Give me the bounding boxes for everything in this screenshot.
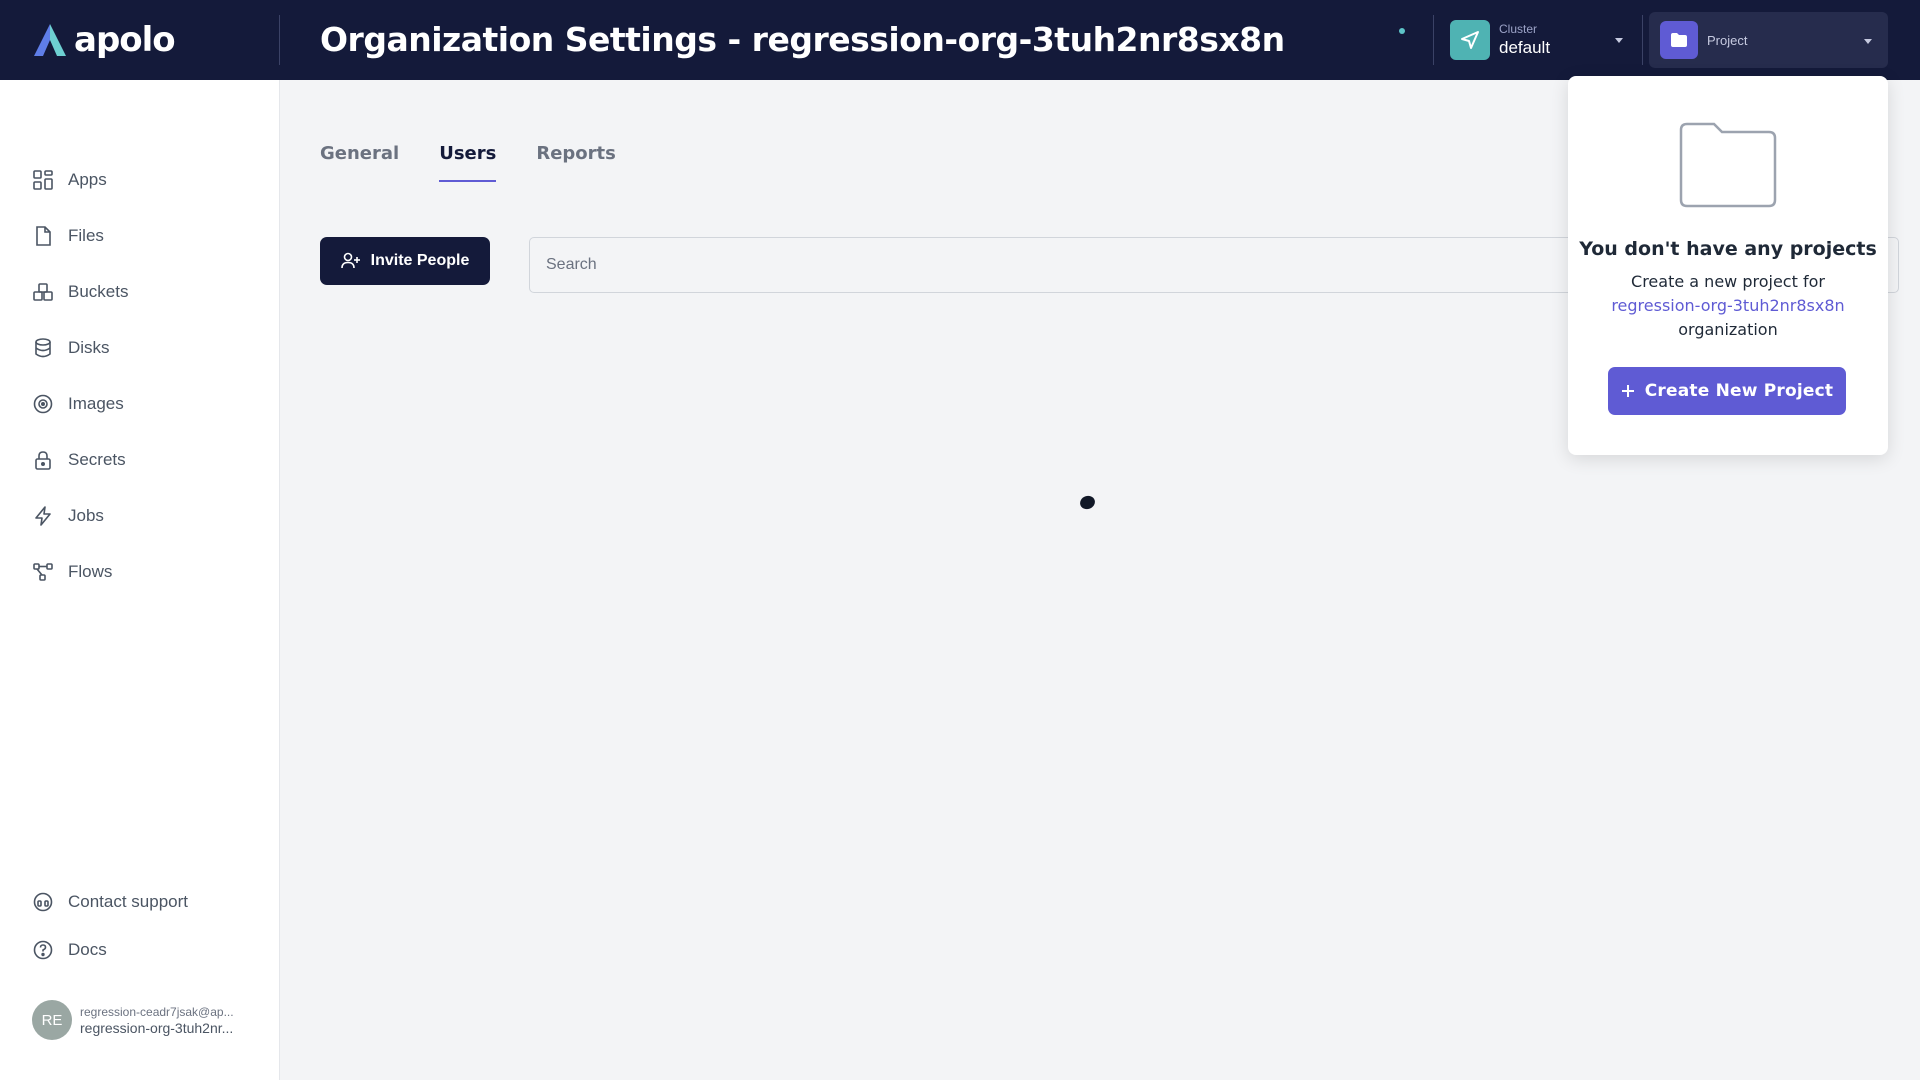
headset-icon: [33, 892, 53, 912]
send-icon: [1450, 20, 1490, 60]
divider: [279, 15, 280, 65]
divider: [1433, 15, 1434, 65]
flow-icon: [33, 563, 53, 581]
empty-projects-text: Create a new project for: [1631, 272, 1825, 291]
help-circle-icon: [33, 940, 53, 960]
apolo-logo-icon: [34, 24, 66, 56]
sidebar-item-apps[interactable]: Apps: [0, 152, 280, 208]
sidebar: Apps Files Buckets Disks Images Secrets …: [0, 80, 280, 1080]
caret-down-icon: [1864, 39, 1872, 44]
sidebar-item-flows[interactable]: Flows: [0, 544, 280, 600]
sidebar-item-files[interactable]: Files: [0, 208, 280, 264]
user-plus-icon: [340, 252, 360, 269]
sidebar-item-disks[interactable]: Disks: [0, 320, 280, 376]
tab-reports[interactable]: Reports: [536, 140, 616, 182]
sidebar-item-images[interactable]: Images: [0, 376, 280, 432]
empty-folder-icon: [1679, 122, 1777, 208]
contact-support-link[interactable]: Contact support: [0, 878, 280, 926]
apps-grid-icon: [33, 170, 53, 190]
avatar: RE: [32, 1000, 72, 1040]
sidebar-nav: Apps Files Buckets Disks Images Secrets …: [0, 152, 280, 600]
docs-link[interactable]: Docs: [0, 926, 280, 974]
sidebar-item-buckets[interactable]: Buckets: [0, 264, 280, 320]
caret-down-icon: [1615, 38, 1623, 43]
status-dot: [1399, 28, 1405, 34]
invite-people-button[interactable]: Invite People: [320, 237, 490, 285]
sidebar-item-label: Flows: [68, 562, 113, 581]
plus-icon: [1621, 385, 1634, 397]
sidebar-item-label: Jobs: [68, 506, 104, 525]
cluster-selector[interactable]: Cluster default: [1450, 19, 1625, 61]
tab-users[interactable]: Users: [439, 140, 497, 182]
empty-projects-description: Create a new project for regression-org-…: [1568, 270, 1888, 342]
apolo-logo[interactable]: apolo: [32, 20, 176, 60]
brand-name: apolo: [74, 20, 176, 60]
top-bar: apolo Organization Settings - regression…: [0, 0, 1920, 80]
sidebar-bottom-nav: Contact support Docs: [0, 878, 280, 974]
tab-general[interactable]: General: [320, 140, 399, 182]
folder-icon: [1660, 21, 1698, 59]
project-dropdown: You don't have any projects Create a new…: [1568, 76, 1888, 455]
empty-projects-text-end: organization: [1678, 320, 1778, 339]
file-icon: [36, 226, 51, 246]
empty-projects-title: You don't have any projects: [1579, 238, 1877, 260]
project-label: Project: [1707, 32, 1748, 48]
sidebar-item-label: Disks: [68, 338, 110, 357]
create-new-project-label: Create New Project: [1644, 381, 1834, 401]
buckets-icon: [33, 283, 53, 301]
settings-tabs: General Users Reports: [320, 140, 616, 182]
invite-people-label: Invite People: [370, 252, 470, 269]
user-org: regression-org-3tuh2nr...: [80, 1019, 234, 1036]
sidebar-item-label: Contact support: [68, 892, 189, 911]
create-new-project-button[interactable]: Create New Project: [1608, 367, 1846, 415]
sidebar-item-label: Apps: [68, 170, 107, 189]
project-selector[interactable]: Project: [1649, 12, 1888, 68]
divider: [1642, 15, 1643, 65]
page-title: Organization Settings - regression-org-3…: [320, 20, 1285, 59]
lightning-icon: [35, 506, 51, 526]
sidebar-item-secrets[interactable]: Secrets: [0, 432, 280, 488]
user-profile[interactable]: RE regression-ceadr7jsak@ap... regressio…: [32, 1000, 256, 1040]
sidebar-item-label: Images: [68, 394, 124, 413]
cluster-label: Cluster: [1499, 22, 1538, 36]
user-email: regression-ceadr7jsak@ap...: [80, 1004, 234, 1019]
sidebar-item-label: Files: [68, 226, 104, 245]
loading-spinner: [1078, 493, 1097, 512]
lock-icon: [35, 451, 51, 470]
image-disc-icon: [33, 394, 53, 414]
database-icon: [35, 338, 51, 358]
organization-name: regression-org-3tuh2nr8sx8n: [1611, 296, 1845, 315]
sidebar-item-label: Secrets: [68, 450, 126, 469]
cluster-value: default: [1499, 38, 1551, 57]
sidebar-item-label: Buckets: [68, 282, 129, 301]
sidebar-item-label: Docs: [68, 940, 107, 959]
sidebar-item-jobs[interactable]: Jobs: [0, 488, 280, 544]
